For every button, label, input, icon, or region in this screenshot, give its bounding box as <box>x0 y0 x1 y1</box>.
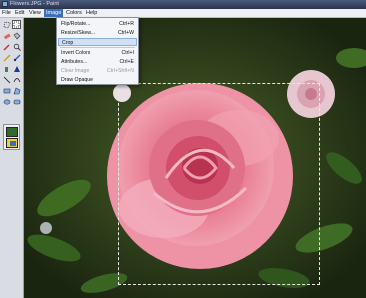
window-title: Flowers.JPG - Paint <box>10 1 59 7</box>
magnifier-icon[interactable] <box>12 42 21 51</box>
select-icon[interactable] <box>12 20 21 29</box>
toolbox <box>0 18 24 298</box>
text-icon[interactable] <box>12 64 21 73</box>
rounded-rect-icon[interactable] <box>12 97 21 106</box>
menu-item-resize-skew[interactable]: Resize/Skew... Ctrl+W <box>58 29 137 37</box>
option-swatch <box>6 127 18 137</box>
menu-item-invert-colors[interactable]: Invert Colors Ctrl+I <box>58 49 137 57</box>
color-picker-icon[interactable] <box>2 42 11 51</box>
free-select-icon[interactable] <box>2 20 11 29</box>
menu-item-clear-image: Clear Image Ctrl+Shft+N <box>61 68 134 74</box>
menu-item-flip-rotate[interactable]: Flip/Rotate... Ctrl+R <box>58 20 137 28</box>
title-bar: Flowers.JPG - Paint <box>0 0 366 9</box>
curve-icon[interactable] <box>12 75 21 84</box>
image-menu-dropdown: Flip/Rotate... Ctrl+R Resize/Skew... Ctrl+… <box>56 17 139 85</box>
option-swatch-inner <box>10 141 16 146</box>
menu-image[interactable]: Image <box>44 9 64 17</box>
menu-colors[interactable]: Colors <box>66 9 82 17</box>
pencil-icon[interactable] <box>2 53 11 62</box>
menu-item-attributes[interactable]: Attributes... Ctrl+E <box>58 58 137 66</box>
menu-bar: File Edit View Image Colors Help <box>0 9 366 18</box>
line-icon[interactable] <box>2 75 11 84</box>
menu-edit[interactable]: Edit <box>15 9 24 17</box>
brush-icon[interactable] <box>12 53 21 62</box>
eraser-icon[interactable] <box>2 31 11 40</box>
menu-item-crop[interactable]: Crop <box>58 38 137 46</box>
menu-item-draw-opaque[interactable]: Draw Opaque <box>58 76 137 84</box>
paint-app-icon <box>2 1 8 7</box>
menu-file[interactable]: File <box>2 9 11 17</box>
ellipse-icon[interactable] <box>2 97 11 106</box>
menu-view[interactable]: View <box>29 9 41 17</box>
fill-icon[interactable] <box>12 31 21 40</box>
rectangle-icon[interactable] <box>2 86 11 95</box>
airbrush-icon[interactable] <box>2 64 11 73</box>
polygon-icon[interactable] <box>12 86 21 95</box>
selection-rectangle[interactable] <box>118 83 320 285</box>
menu-help[interactable]: Help <box>86 9 97 17</box>
menu-separator <box>60 47 135 48</box>
tool-options-box[interactable] <box>3 124 20 150</box>
